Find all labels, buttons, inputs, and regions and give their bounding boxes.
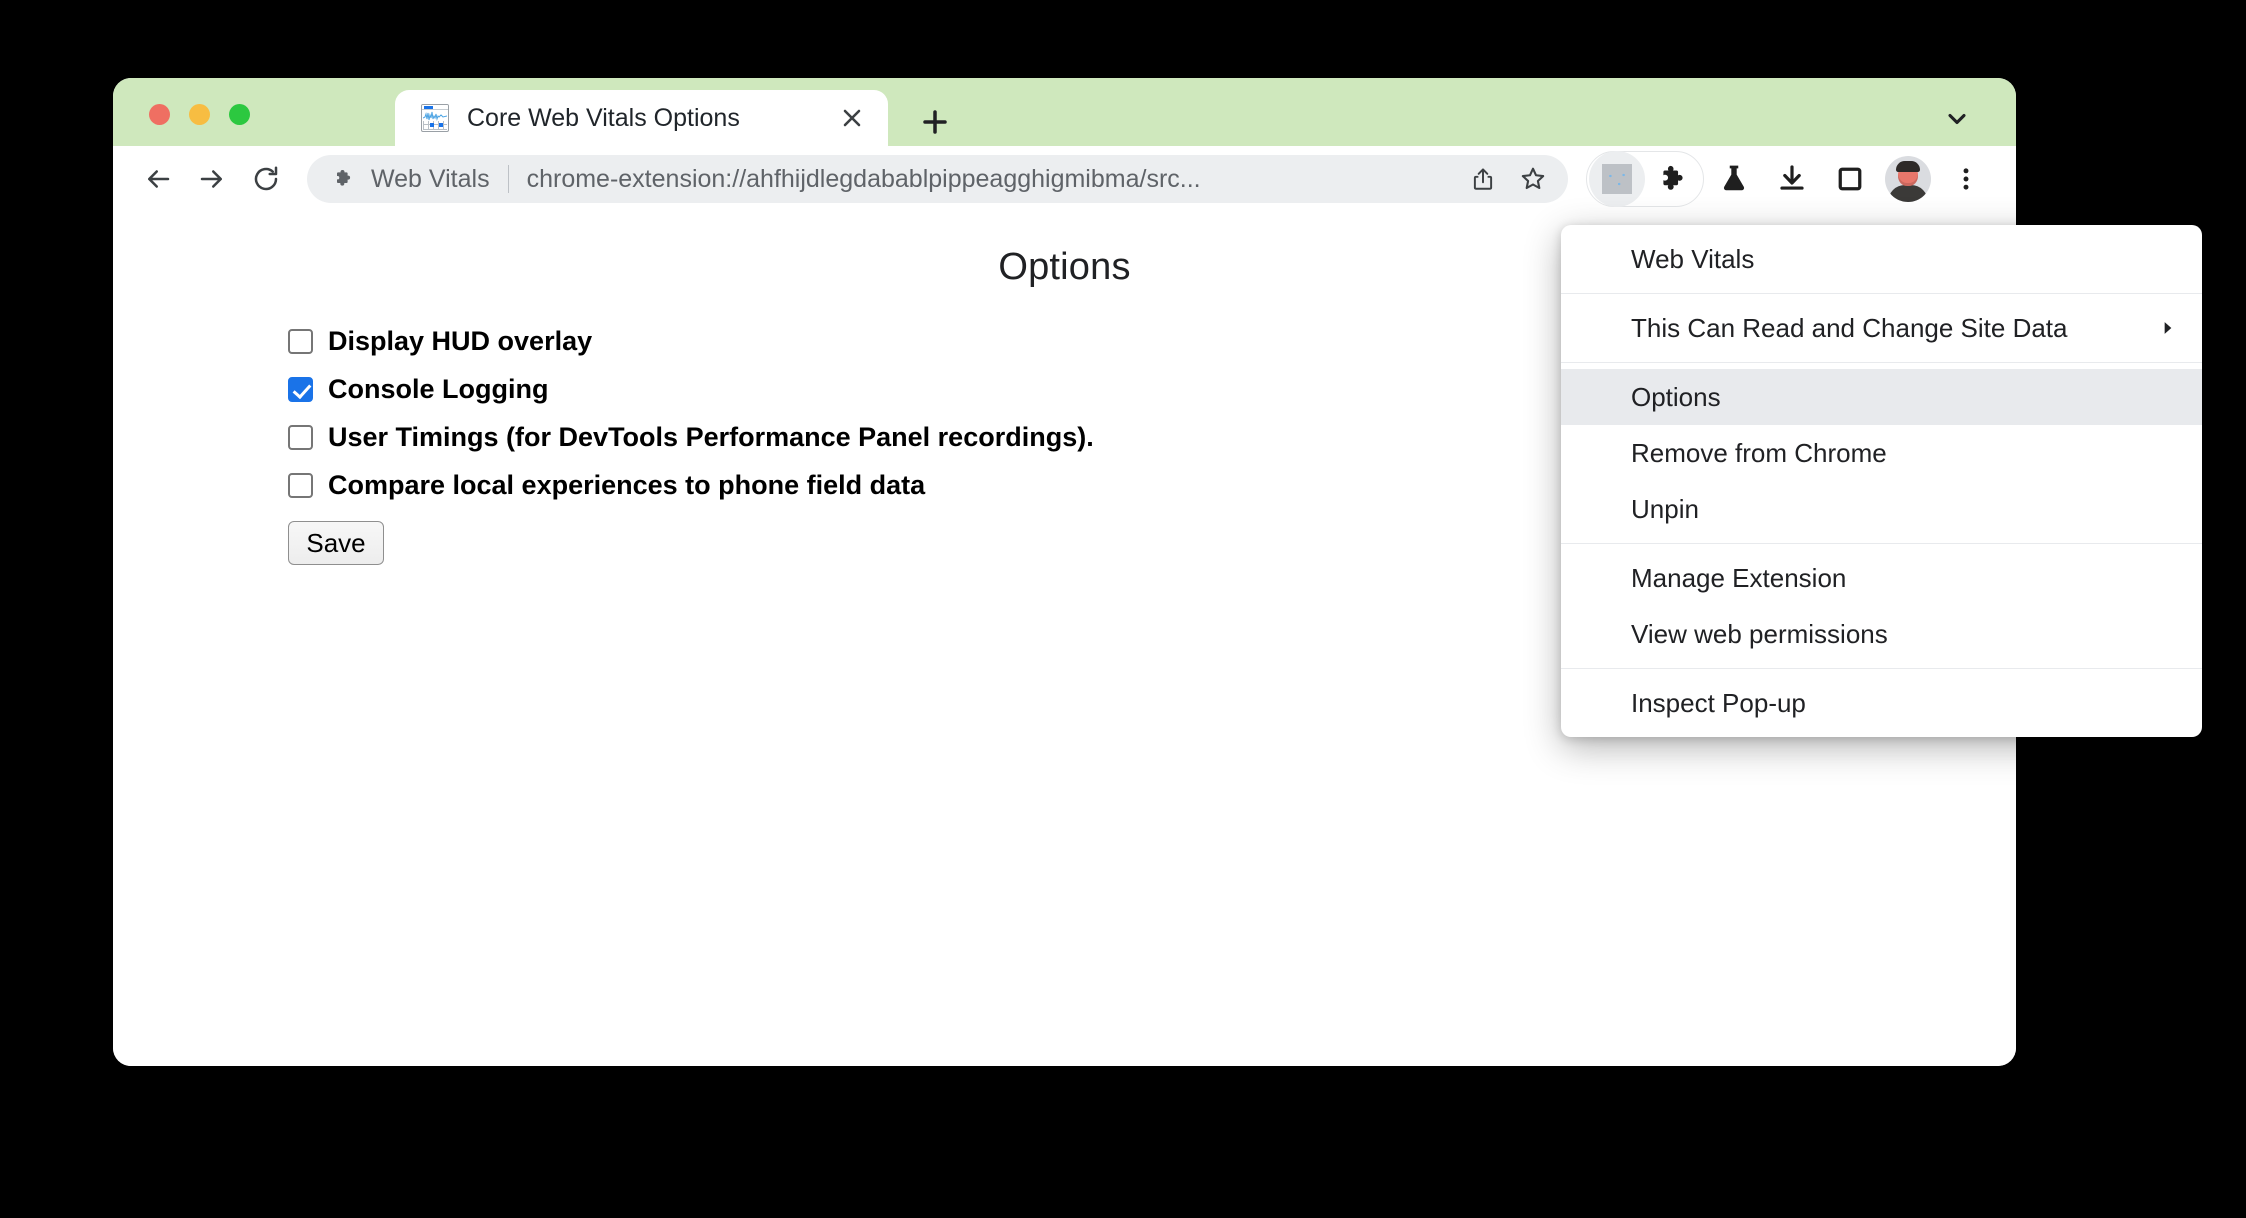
menu-item-label: Remove from Chrome <box>1631 437 1887 468</box>
chevron-right-icon <box>2158 318 2178 338</box>
checkbox-display-hud-overlay[interactable] <box>288 328 313 354</box>
menu-item-view-web-permissions[interactable]: View web permissions <box>1561 606 2202 662</box>
extensions-pill <box>1586 151 1704 207</box>
extension-web-vitals-icon[interactable] <box>1589 151 1645 207</box>
chrome-menu-icon[interactable] <box>1938 151 1994 207</box>
menu-section-site-access: This Can Read and Change Site Data <box>1561 293 2202 362</box>
window-close-button[interactable] <box>149 104 170 125</box>
menu-item-label: View web permissions <box>1631 618 1888 649</box>
share-icon[interactable] <box>1460 156 1506 202</box>
menu-section-inspect: Inspect Pop-up <box>1561 668 2202 737</box>
browser-toolbar: Web Vitals chrome-extension://ahfhijdleg… <box>113 146 2016 212</box>
star-icon[interactable] <box>1510 156 1556 202</box>
new-tab-button[interactable] <box>913 100 957 144</box>
omnibox-actions <box>1460 156 1556 202</box>
option-label: Compare local experiences to phone field… <box>328 469 926 500</box>
extensions-puzzle-icon[interactable] <box>1645 151 1701 207</box>
downloads-icon[interactable] <box>1764 151 1820 207</box>
tab-strip: Core Web Vitals Options <box>113 78 2016 146</box>
side-panel-icon[interactable] <box>1822 151 1878 207</box>
extension-context-menu: Web Vitals This Can Read and Change Site… <box>1561 225 2202 737</box>
puzzle-piece-icon <box>331 166 357 192</box>
menu-item-options[interactable]: Options <box>1561 369 2202 425</box>
tab-title: Core Web Vitals Options <box>467 103 740 132</box>
browser-tab[interactable]: Core Web Vitals Options <box>395 90 888 146</box>
menu-section-manage: Manage Extension View web permissions <box>1561 543 2202 668</box>
checkbox-compare-field-data[interactable] <box>288 472 313 498</box>
chevron-down-icon[interactable] <box>1934 96 1980 142</box>
menu-section-title: Web Vitals <box>1561 225 2202 293</box>
avatar <box>1885 156 1931 202</box>
menu-item-site-data[interactable]: This Can Read and Change Site Data <box>1561 300 2202 356</box>
address-bar[interactable]: Web Vitals chrome-extension://ahfhijdleg… <box>307 155 1568 203</box>
checkbox-console-logging[interactable] <box>288 376 313 402</box>
window-minimize-button[interactable] <box>189 104 210 125</box>
menu-section-extension-actions: Options Remove from Chrome Unpin <box>1561 362 2202 543</box>
menu-item-label: Unpin <box>1631 493 1699 524</box>
menu-item-web-vitals[interactable]: Web Vitals <box>1561 231 2202 287</box>
menu-item-label: Manage Extension <box>1631 562 1847 593</box>
menu-item-label: Inspect Pop-up <box>1631 687 1806 718</box>
menu-item-inspect-popup[interactable]: Inspect Pop-up <box>1561 675 2202 731</box>
web-vitals-chart-icon <box>421 104 449 132</box>
option-label: Console Logging <box>328 373 549 404</box>
checkbox-user-timings[interactable] <box>288 424 313 450</box>
menu-item-manage-extension[interactable]: Manage Extension <box>1561 550 2202 606</box>
screenshot-root: Core Web Vitals Options Web Vitals chrom… <box>0 0 2246 1218</box>
omnibox-site-chip: Web Vitals <box>371 164 490 193</box>
menu-item-unpin[interactable]: Unpin <box>1561 481 2202 537</box>
window-traffic-lights <box>149 104 250 125</box>
experiments-flask-icon[interactable] <box>1706 151 1762 207</box>
save-button[interactable]: Save <box>288 521 384 565</box>
forward-button[interactable] <box>185 152 239 206</box>
option-label: Display HUD overlay <box>328 325 593 356</box>
option-label: User Timings (for DevTools Performance P… <box>328 421 1094 452</box>
back-button[interactable] <box>131 152 185 206</box>
menu-item-label: Web Vitals <box>1631 243 1755 274</box>
window-maximize-button[interactable] <box>229 104 250 125</box>
close-icon[interactable] <box>832 98 872 138</box>
omnibox-url-text: chrome-extension://ahfhijdlegdabablpippe… <box>526 164 1201 193</box>
profile-avatar[interactable] <box>1880 151 1936 207</box>
omnibox-divider <box>507 165 509 193</box>
reload-button[interactable] <box>239 152 293 206</box>
menu-item-remove-from-chrome[interactable]: Remove from Chrome <box>1561 425 2202 481</box>
toolbar-right-icons <box>1586 151 1994 207</box>
menu-item-label: Options <box>1631 381 1721 412</box>
menu-item-label: This Can Read and Change Site Data <box>1631 312 2068 343</box>
